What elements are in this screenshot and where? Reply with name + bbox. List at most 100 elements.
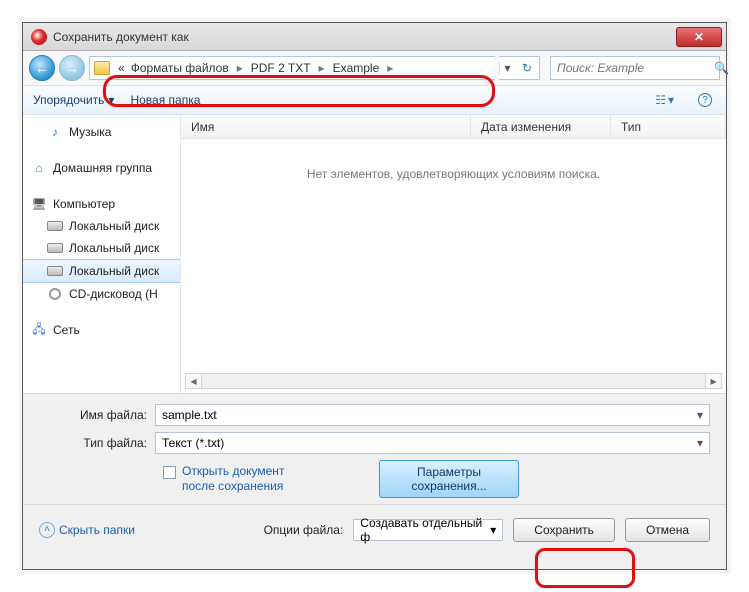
help-button[interactable]: ? bbox=[694, 93, 716, 107]
chevron-right-icon: ▸ bbox=[315, 61, 329, 75]
col-date[interactable]: Дата изменения bbox=[471, 115, 611, 138]
text-line: сохранения... bbox=[411, 479, 486, 493]
save-button[interactable]: Сохранить bbox=[513, 518, 615, 542]
refresh-button[interactable]: ↻ bbox=[515, 57, 539, 79]
filetype-label: Тип файла: bbox=[39, 436, 155, 450]
view-icon: ☷ bbox=[655, 93, 666, 107]
tree-label: Локальный диск bbox=[69, 264, 159, 278]
titlebar: Сохранить документ как ✕ bbox=[23, 23, 726, 51]
tree-label: CD-дисковод (H bbox=[69, 287, 158, 301]
scroll-right-button[interactable]: ▸ bbox=[705, 374, 721, 388]
col-label: Дата изменения bbox=[481, 120, 571, 134]
disk-icon bbox=[47, 240, 63, 256]
tree-item-disk[interactable]: Локальный диск bbox=[23, 215, 180, 237]
close-button[interactable]: ✕ bbox=[676, 27, 722, 47]
tree-label: Компьютер bbox=[53, 197, 115, 211]
homegroup-icon: ⌂ bbox=[31, 160, 47, 176]
horizontal-scrollbar[interactable]: ◂ ▸ bbox=[185, 373, 722, 389]
text-line: после сохранения bbox=[182, 479, 283, 493]
chevron-down-icon[interactable]: ▾ bbox=[697, 408, 703, 422]
search-input[interactable] bbox=[557, 61, 714, 75]
col-label: Тип bbox=[621, 120, 641, 134]
tree-label: Сеть bbox=[53, 323, 80, 337]
open-after-save-label: Открыть документ после сохранения bbox=[182, 464, 284, 494]
tree-item-cd[interactable]: CD-дисковод (H bbox=[23, 283, 180, 305]
tree-item-disk[interactable]: Локальный диск bbox=[23, 237, 180, 259]
chevron-right-icon: ▸ bbox=[383, 61, 397, 75]
file-options-value: Создавать отдельный ф bbox=[360, 516, 490, 544]
col-name[interactable]: Имя bbox=[181, 115, 471, 138]
filetype-value: Текст (*.txt) bbox=[162, 436, 224, 450]
filename-value: sample.txt bbox=[162, 408, 217, 422]
col-label: Имя bbox=[191, 120, 214, 134]
new-folder-button[interactable]: Новая папка bbox=[130, 93, 200, 107]
address-dropdown[interactable]: ▾ bbox=[499, 61, 515, 75]
file-list[interactable]: Имя Дата изменения Тип Нет элементов, уд… bbox=[181, 115, 726, 393]
open-after-save-checkbox[interactable] bbox=[163, 466, 176, 479]
cd-icon bbox=[47, 286, 63, 302]
chevron-down-icon[interactable]: ▾ bbox=[490, 523, 496, 537]
file-options-label: Опции файла: bbox=[264, 523, 344, 537]
organize-button[interactable]: Упорядочить ▾ bbox=[33, 93, 114, 107]
disk-icon bbox=[47, 263, 63, 279]
help-icon: ? bbox=[698, 93, 712, 107]
address-breadcrumb[interactable]: « Форматы файлов ▸ PDF 2 TXT ▸ Example ▸ bbox=[89, 56, 495, 80]
tree-label: Локальный диск bbox=[69, 241, 159, 255]
address-buttons: ▾ ↻ bbox=[499, 56, 540, 80]
text-line: Параметры bbox=[417, 465, 481, 479]
search-icon[interactable]: 🔍 bbox=[714, 61, 729, 75]
chevron-up-icon: ˄ bbox=[39, 522, 55, 538]
filetype-select[interactable]: Текст (*.txt) ▾ bbox=[155, 432, 710, 454]
body: ♪ Музыка ⌂ Домашняя группа 🖥 Компьютер Лока… bbox=[23, 115, 726, 393]
arrow-right-icon: → bbox=[65, 60, 79, 76]
folder-tree[interactable]: ♪ Музыка ⌂ Домашняя группа 🖥 Компьютер Лока… bbox=[23, 115, 181, 393]
empty-message: Нет элементов, удовлетворяющих условиям … bbox=[181, 167, 726, 181]
breadcrumb-seg-1[interactable]: Форматы файлов bbox=[129, 61, 231, 75]
text-line: Открыть документ bbox=[182, 464, 284, 478]
chevron-down-icon: ▾ bbox=[108, 93, 114, 107]
organize-label: Упорядочить bbox=[33, 93, 104, 107]
breadcrumb-seg-2[interactable]: PDF 2 TXT bbox=[249, 61, 313, 75]
tree-item-homegroup[interactable]: ⌂ Домашняя группа bbox=[23, 157, 180, 179]
breadcrumb-prefix: « bbox=[116, 61, 127, 75]
nav-forward-button[interactable]: → bbox=[59, 55, 85, 81]
filename-input[interactable]: sample.txt ▾ bbox=[155, 404, 710, 426]
nav-row: ← → « Форматы файлов ▸ PDF 2 TXT ▸ Examp… bbox=[23, 51, 726, 85]
tree-label: Музыка bbox=[69, 125, 111, 139]
chevron-right-icon: ▸ bbox=[233, 61, 247, 75]
scroll-left-button[interactable]: ◂ bbox=[186, 374, 202, 388]
tree-item-computer[interactable]: 🖥 Компьютер bbox=[23, 193, 180, 215]
save-as-dialog: Сохранить документ как ✕ ← → « Форматы ф… bbox=[22, 22, 727, 570]
music-icon: ♪ bbox=[47, 124, 63, 140]
annotation-highlight bbox=[535, 548, 635, 588]
tree-label: Локальный диск bbox=[69, 219, 159, 233]
tree-item-music[interactable]: ♪ Музыка bbox=[23, 121, 180, 143]
new-folder-label: Новая папка bbox=[130, 93, 200, 107]
tree-item-disk-selected[interactable]: Локальный диск bbox=[23, 259, 180, 283]
footer: ˄ Скрыть папки Опции файла: Создавать от… bbox=[23, 504, 726, 554]
tree-item-network[interactable]: 🖧 Сеть bbox=[23, 319, 180, 341]
chevron-down-icon: ▾ bbox=[668, 93, 674, 107]
arrow-left-icon: ← bbox=[35, 60, 49, 76]
window-title: Сохранить документ как bbox=[53, 30, 676, 44]
computer-icon: 🖥 bbox=[31, 196, 47, 212]
disk-icon bbox=[47, 218, 63, 234]
search-box[interactable]: 🔍 bbox=[550, 56, 720, 80]
col-type[interactable]: Тип bbox=[611, 115, 726, 138]
hide-folders-label: Скрыть папки bbox=[59, 523, 135, 537]
form-area: Имя файла: sample.txt ▾ Тип файла: Текст… bbox=[23, 393, 726, 504]
chevron-down-icon[interactable]: ▾ bbox=[697, 436, 703, 450]
save-parameters-button[interactable]: Параметры сохранения... bbox=[379, 460, 519, 498]
file-options-select[interactable]: Создавать отдельный ф ▾ bbox=[353, 519, 503, 541]
folder-icon bbox=[94, 61, 110, 75]
view-options-button[interactable]: ☷▾ bbox=[651, 93, 678, 107]
list-header: Имя Дата изменения Тип bbox=[181, 115, 726, 139]
hide-folders-button[interactable]: ˄ Скрыть папки bbox=[39, 522, 135, 538]
nav-back-button[interactable]: ← bbox=[29, 55, 55, 81]
network-icon: 🖧 bbox=[31, 322, 47, 338]
cancel-button[interactable]: Отмена bbox=[625, 518, 710, 542]
filename-label: Имя файла: bbox=[39, 408, 155, 422]
breadcrumb-seg-3[interactable]: Example bbox=[331, 61, 382, 75]
tree-label: Домашняя группа bbox=[53, 161, 152, 175]
toolbar: Упорядочить ▾ Новая папка ☷▾ ? bbox=[23, 85, 726, 115]
